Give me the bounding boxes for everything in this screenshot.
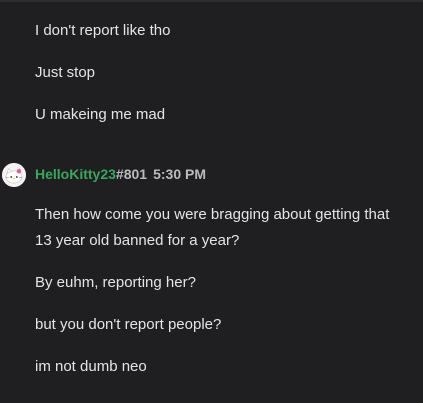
username[interactable]: HelloKitty23 — [35, 166, 116, 182]
top-divider — [0, 0, 423, 2]
message-line: Just stop — [35, 64, 96, 81]
user-tag: #801 — [115, 166, 148, 182]
message-line: Then how come you were bragging about ge… — [35, 206, 390, 223]
message-line: im not dumb neo — [35, 358, 147, 375]
message-line: By euhm, reporting her? — [35, 274, 196, 291]
message-line: but you don't report people? — [35, 316, 222, 333]
message-line: U makeing me mad — [35, 106, 166, 123]
message-header: HelloKitty23 #801 5:30 PM — [35, 166, 206, 184]
hello-kitty-avatar-icon[interactable] — [2, 163, 26, 187]
message-line: I don't report like tho — [35, 22, 171, 39]
timestamp: 5:30 PM — [153, 166, 206, 182]
message-line: 13 year old banned for a year? — [35, 232, 240, 249]
